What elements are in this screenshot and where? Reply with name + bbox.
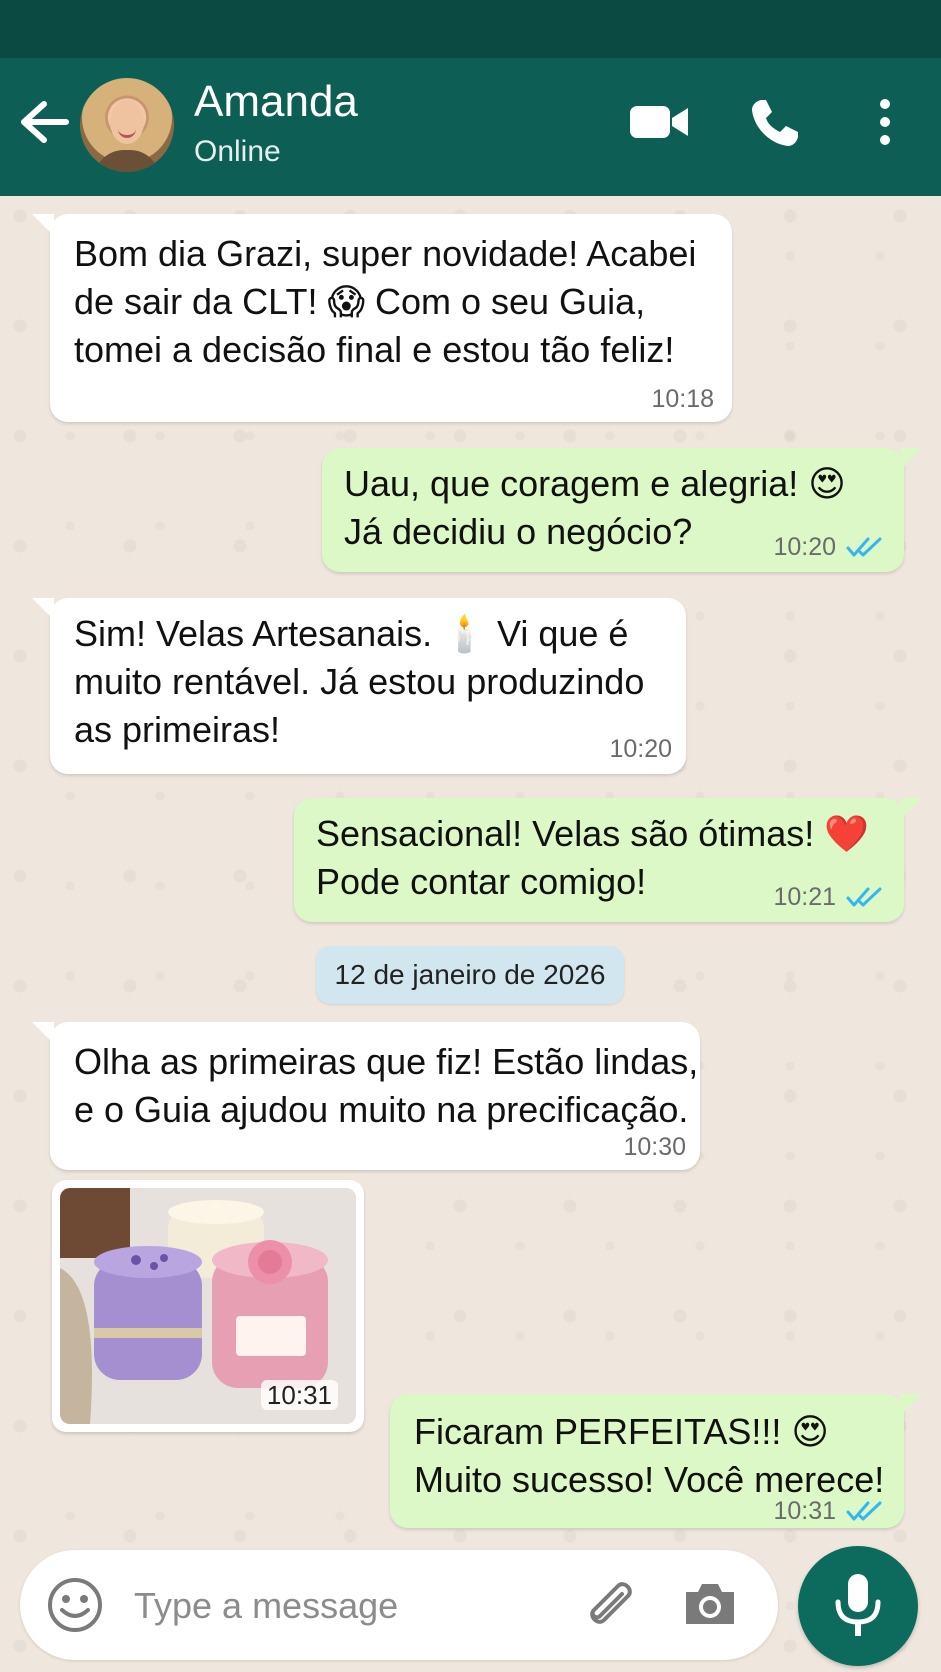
contact-status: Online [194, 135, 281, 168]
candles-photo[interactable]: 10:31 [60, 1188, 356, 1424]
message-incoming[interactable]: Sim! Velas Artesanais. 🕯️ Vi que é muito… [32, 598, 686, 774]
paperclip-icon[interactable] [582, 1576, 640, 1634]
message-input[interactable] [132, 1570, 556, 1642]
camera-icon[interactable] [682, 1578, 738, 1630]
contact-avatar[interactable] [80, 78, 174, 172]
message-time: 10:31 [773, 1497, 836, 1525]
message-time: 10:18 [651, 385, 714, 413]
message-composer [20, 1550, 778, 1660]
chat-area[interactable]: Bom dia Grazi, super novidade! Acabei de… [0, 196, 941, 1672]
message-text: Sim! Velas Artesanais. 🕯️ Vi que é muito… [74, 613, 645, 750]
message-text: Uau, que coragem e alegria! 😍 Já decidiu… [344, 463, 846, 552]
image-message[interactable]: 10:31 [52, 1180, 364, 1432]
message-incoming[interactable]: Bom dia Grazi, super novidade! Acabei de… [32, 214, 732, 422]
microphone-icon [835, 1574, 881, 1636]
message-incoming[interactable]: Olha as primeiras que fiz! Estão lindas,… [32, 1022, 700, 1170]
message-outgoing[interactable]: Sensacional! Velas são ótimas! ❤️ Pode c… [294, 798, 922, 922]
date-separator: 12 de janeiro de 2026 [316, 946, 624, 1004]
emoji-icon[interactable] [46, 1576, 104, 1634]
status-bar [0, 0, 941, 58]
video-camera-icon[interactable] [628, 100, 690, 144]
more-vertical-icon[interactable] [868, 96, 902, 148]
message-text: Bom dia Grazi, super novidade! Acabei de… [74, 233, 697, 370]
read-receipt-icon [846, 537, 882, 557]
message-time: 10:21 [773, 883, 836, 911]
message-outgoing[interactable]: Uau, que coragem e alegria! 😍 Já decidiu… [322, 448, 922, 572]
read-receipt-icon [846, 1501, 882, 1521]
message-outgoing[interactable]: Ficaram PERFEITAS!!! 😍 Muito sucesso! Vo… [390, 1394, 922, 1528]
message-time: 10:30 [623, 1133, 686, 1161]
read-receipt-icon [846, 887, 882, 907]
message-time: 10:20 [773, 533, 836, 561]
back-arrow-icon[interactable] [14, 96, 70, 148]
message-time: 10:20 [609, 735, 672, 763]
message-time: 10:31 [260, 1380, 338, 1410]
message-text: Ficaram PERFEITAS!!! 😍 Muito sucesso! Vo… [414, 1411, 885, 1500]
phone-icon[interactable] [748, 96, 802, 150]
chat-header: Amanda Online [0, 58, 941, 196]
message-text: Olha as primeiras que fiz! Estão lindas,… [74, 1041, 699, 1130]
voice-record-button[interactable] [798, 1546, 918, 1666]
contact-name[interactable]: Amanda [194, 76, 358, 128]
